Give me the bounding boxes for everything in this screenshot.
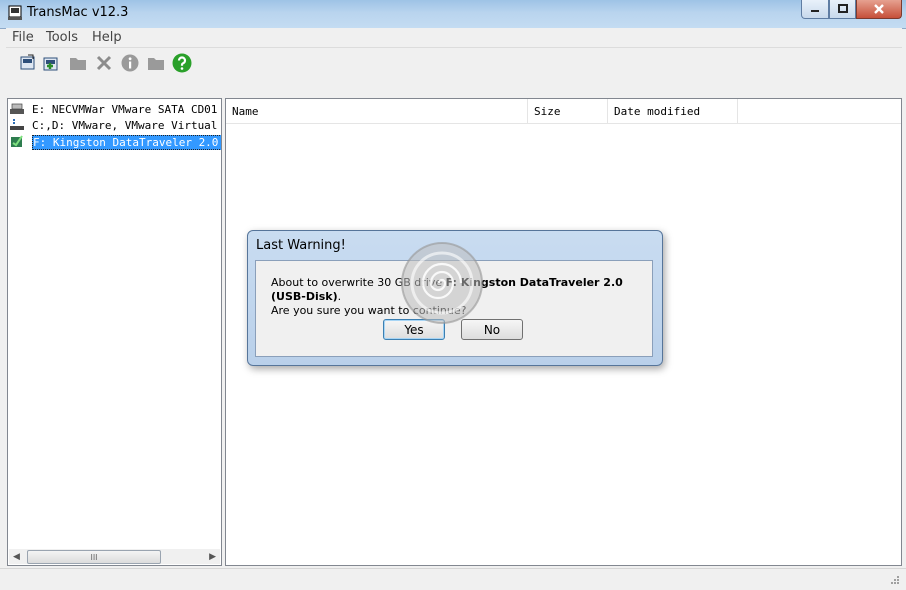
window-title: TransMac v12.3 <box>27 5 129 20</box>
dialog-body: About to overwrite 30 GB drive F: Kingst… <box>255 260 653 357</box>
yes-button[interactable]: Yes <box>383 319 445 340</box>
toolbar <box>6 48 902 96</box>
title-bar: TransMac v12.3 <box>0 0 906 29</box>
cdrom-drive-icon <box>10 102 24 116</box>
column-date-modified[interactable]: Date modified <box>608 99 738 123</box>
warning-dialog: Last Warning! About to overwrite 30 GB d… <box>247 230 663 366</box>
scroll-grip-label: III <box>90 552 98 562</box>
usb-drive-icon <box>10 134 24 148</box>
drive-tree[interactable]: E: NECVMWar VMware SATA CD01 (ATAPI) C:,… <box>7 98 222 566</box>
resize-grip-icon[interactable] <box>888 575 900 587</box>
tree-item-label: F: Kingston DataTraveler 2.0 (USB-Disk) <box>32 135 221 150</box>
close-button[interactable] <box>856 0 902 19</box>
menu-file[interactable]: File <box>12 30 34 45</box>
delete-icon[interactable] <box>94 53 114 73</box>
column-size[interactable]: Size <box>528 99 608 123</box>
message-suffix: . <box>337 290 342 303</box>
minimize-button[interactable] <box>801 0 829 19</box>
hard-drive-icon <box>10 118 24 132</box>
column-name[interactable]: Name <box>226 99 528 123</box>
minimize-icon <box>811 10 819 12</box>
maximize-button[interactable] <box>829 0 856 19</box>
scroll-right-icon[interactable]: ▶ <box>209 552 216 562</box>
new-folder-icon[interactable] <box>68 53 88 73</box>
scroll-left-icon[interactable]: ◀ <box>13 552 20 562</box>
menu-tools[interactable]: Tools <box>46 30 78 45</box>
info-icon[interactable] <box>120 53 140 73</box>
horizontal-scrollbar[interactable]: ◀ III ▶ <box>9 549 220 564</box>
dialog-message: About to overwrite 30 GB drive F: Kingst… <box>271 276 651 318</box>
folder-icon[interactable] <box>146 53 166 73</box>
tree-item-label: E: NECVMWar VMware SATA CD01 (ATAPI) <box>32 103 221 116</box>
status-bar <box>0 568 906 589</box>
message-prefix: About to overwrite 30 GB drive <box>271 276 446 289</box>
maximize-icon <box>837 4 848 13</box>
menu-bar: File Tools Help <box>6 28 902 48</box>
dialog-title: Last Warning! <box>256 238 346 253</box>
tree-item-label: C:,D: VMware, VMware Virtual S <box>32 119 222 132</box>
open-disk-image-icon[interactable] <box>18 53 38 73</box>
help-icon[interactable] <box>172 53 192 73</box>
message-line2: Are you sure you want to continue? <box>271 304 467 317</box>
no-button[interactable]: No <box>461 319 523 340</box>
new-disk-image-icon[interactable] <box>41 53 61 73</box>
close-icon <box>874 4 884 14</box>
disk-app-icon <box>7 5 23 21</box>
scrollbar-thumb[interactable]: III <box>27 550 161 564</box>
menu-help[interactable]: Help <box>92 30 122 45</box>
list-header: Name Size Date modified <box>226 99 901 124</box>
